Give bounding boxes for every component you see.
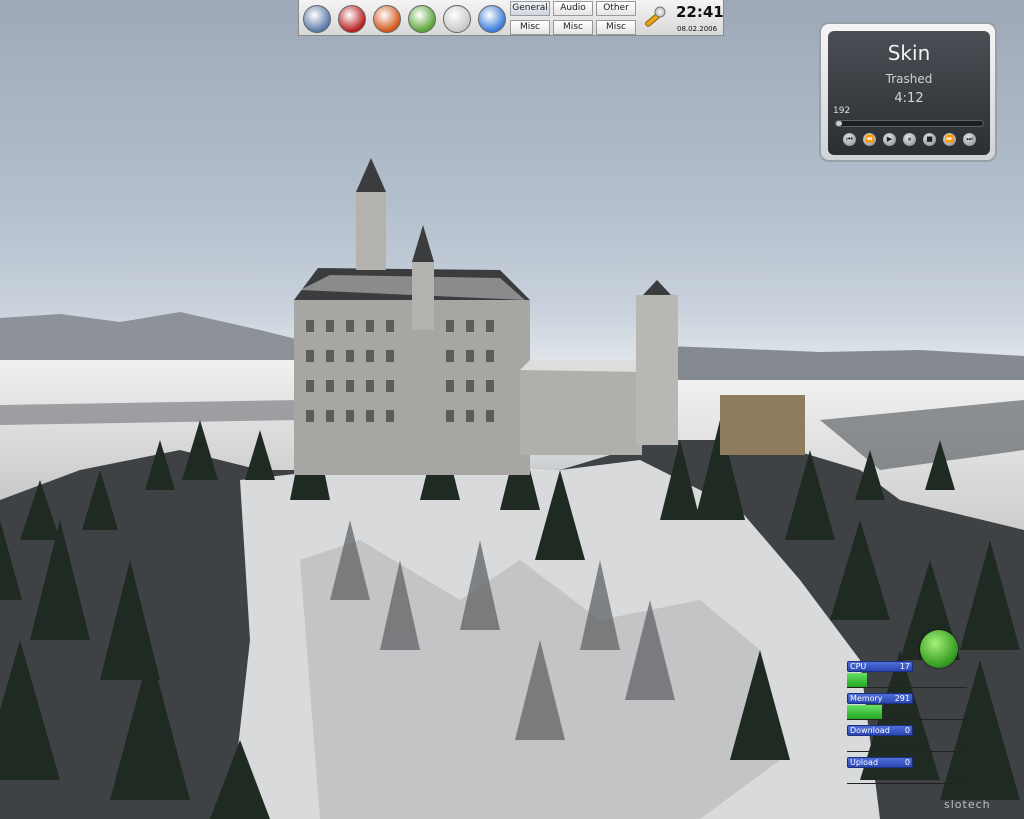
monitor-value-cpu: 17 [899, 662, 910, 671]
monitor-label-upload: Upload 0 [847, 757, 913, 768]
cd-icon[interactable] [443, 5, 471, 33]
red-globe-icon[interactable] [338, 5, 366, 33]
desktop-audio-button[interactable]: Audio [553, 1, 593, 16]
monitor-value-download: 0 [904, 726, 910, 735]
clock-date: 08.02.2006 [677, 25, 718, 33]
monitor-value-memory: 291 [894, 694, 910, 703]
pause-icon[interactable]: ⏸ [903, 133, 916, 146]
watermark: slotech [944, 798, 991, 811]
monitor-label-cpu: CPU 17 [847, 661, 913, 672]
seek-fill [836, 121, 842, 126]
next-icon[interactable]: ⏩ [943, 133, 956, 146]
rewind-icon[interactable]: ⏮ [843, 133, 856, 146]
seek-slider[interactable] [835, 120, 984, 127]
system-monitor: CPU 17 Memory 291 Download 0 Upload 0 [845, 628, 975, 788]
clock-time[interactable]: 22:41 [676, 3, 724, 21]
desktop-other-button[interactable]: Other [596, 1, 636, 16]
monitor-fill-cpu [847, 673, 868, 687]
track-artist: Trashed [885, 72, 933, 86]
monitor-fill-memory [847, 705, 882, 719]
end-icon[interactable]: ⏭ [963, 133, 976, 146]
desktop-misc-1-button[interactable]: Misc [510, 20, 550, 35]
finder-icon[interactable] [303, 5, 331, 33]
monitor-label-memory: Memory 291 [847, 693, 913, 704]
stop-icon[interactable]: ■ [923, 133, 936, 146]
media-player: Skin Trashed 4:12 192 ⏮ ⏪ ▶ ⏸ ■ ⏩ ⏭ [819, 22, 997, 162]
monitor-bar-download [847, 737, 967, 752]
monitor-bar-upload [847, 769, 967, 784]
previous-icon[interactable]: ⏪ [863, 133, 876, 146]
desktop-misc-2-button[interactable]: Misc [553, 20, 593, 35]
monitor-bar-cpu [847, 673, 967, 688]
player-display: Skin Trashed 4:12 192 ⏮ ⏪ ▶ ⏸ ■ ⏩ ⏭ [828, 31, 990, 155]
monitor-bar-memory [847, 705, 967, 720]
home-icon[interactable] [373, 5, 401, 33]
monitor-value-upload: 0 [904, 758, 910, 767]
track-title: Skin [887, 41, 931, 65]
play-icon[interactable]: ▶ [883, 133, 896, 146]
music-note-icon[interactable] [478, 5, 506, 33]
wrench-icon[interactable] [641, 6, 667, 30]
monitor-label-download: Download 0 [847, 725, 913, 736]
desktop-general-button[interactable]: General [510, 1, 550, 16]
desktop-misc-3-button[interactable]: Misc [596, 20, 636, 35]
bitrate: 192 [833, 106, 851, 116]
track-time: 4:12 [894, 91, 924, 106]
tools-icon[interactable] [408, 5, 436, 33]
